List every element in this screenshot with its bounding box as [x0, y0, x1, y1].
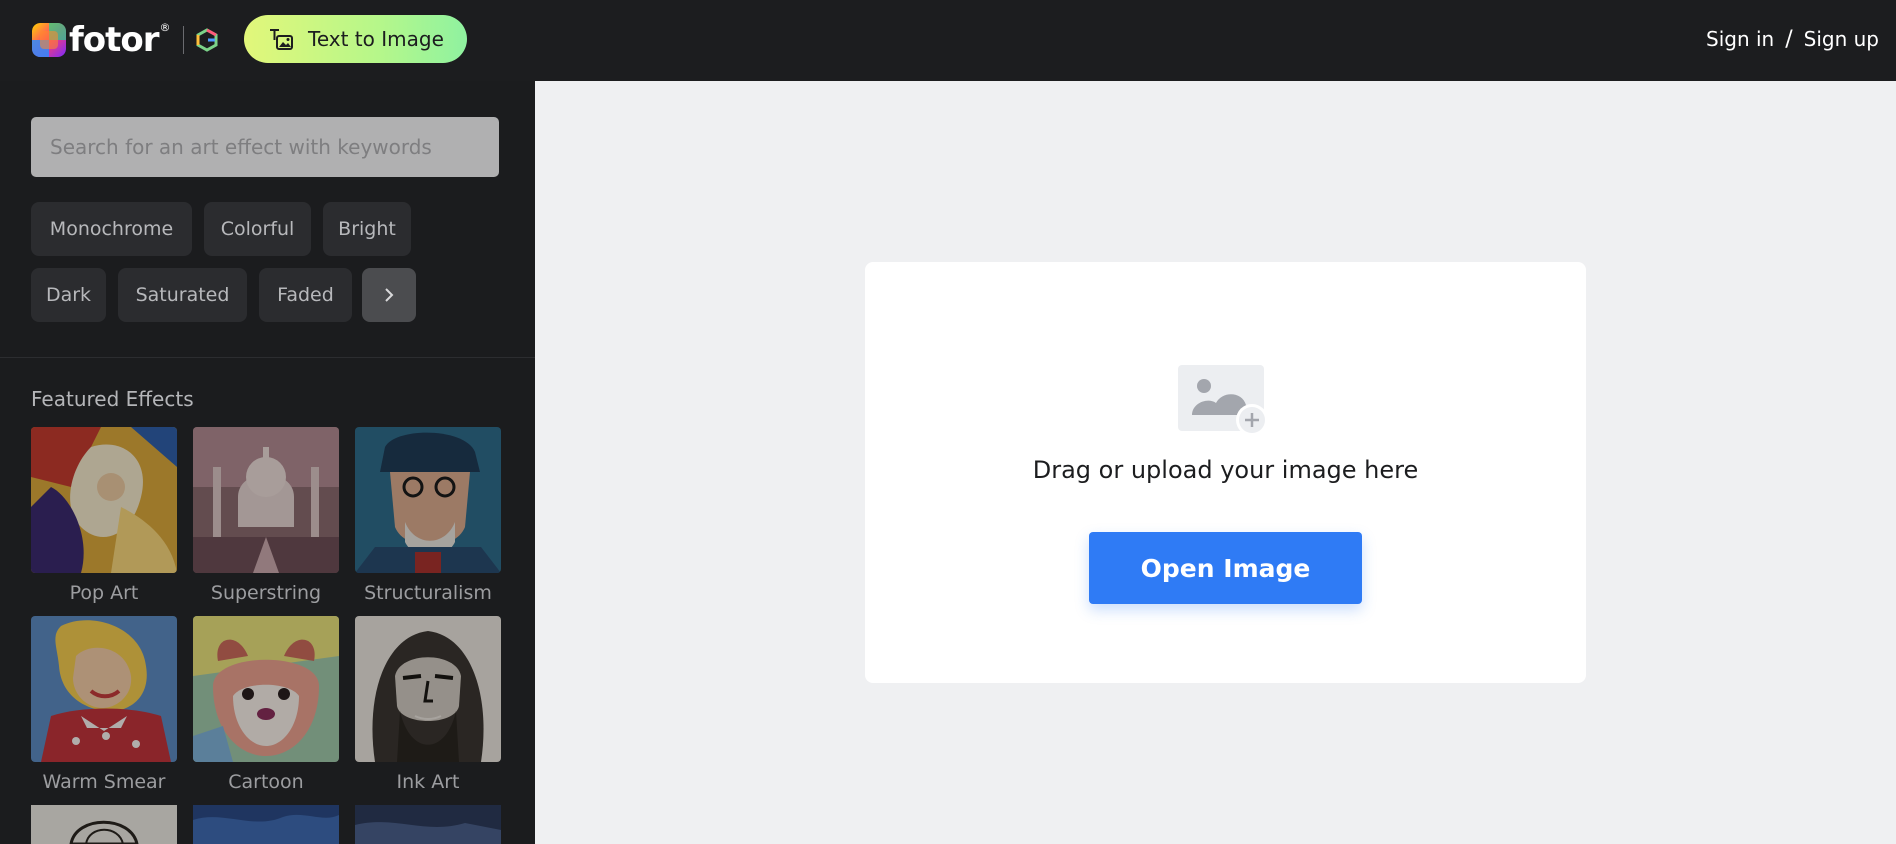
sign-in-link[interactable]: Sign in	[1706, 27, 1774, 51]
cartoon-thumbnail	[193, 616, 339, 762]
registered-mark: ®	[159, 20, 171, 34]
effect-search-box[interactable]	[31, 117, 499, 177]
sign-up-link[interactable]: Sign up	[1804, 27, 1879, 51]
g-logo-icon	[196, 28, 218, 52]
effect-card-warm-smear[interactable]: Warm Smear	[31, 616, 177, 793]
effect-name: Superstring	[210, 582, 322, 604]
image-add-icon	[1178, 365, 1268, 436]
upload-card[interactable]: Drag or upload your image here Open Imag…	[865, 262, 1586, 683]
fotor-logo[interactable]: fotor ®	[32, 21, 219, 59]
effect-card-pop-art[interactable]: Pop Art	[31, 427, 177, 604]
filter-chip-colorful[interactable]: Colorful	[204, 202, 311, 256]
auth-links: Sign in / Sign up	[1706, 25, 1879, 53]
filter-chip-bright[interactable]: Bright	[323, 202, 411, 256]
effect-name: Cartoon	[228, 771, 304, 793]
effect-card-cartoon[interactable]: Cartoon	[193, 616, 339, 793]
open-image-button[interactable]: Open Image	[1089, 532, 1362, 604]
fotor-logo-mark-icon	[32, 23, 66, 57]
pop-art-thumbnail	[31, 427, 177, 573]
effect-name: Pop Art	[69, 582, 139, 604]
auth-separator: /	[1785, 26, 1793, 52]
text-to-image-label: Text to Image	[308, 27, 444, 51]
effect-thumbnail-partial[interactable]	[193, 805, 339, 844]
logo-divider	[182, 26, 184, 54]
effect-thumbnail-partial[interactable]	[355, 805, 501, 844]
filter-chip-faded[interactable]: Faded	[259, 268, 352, 322]
effect-thumbnail-partial[interactable]	[31, 805, 177, 844]
effect-name: Structuralism	[364, 582, 492, 604]
filters-more-button[interactable]	[362, 268, 416, 322]
filter-chip-saturated[interactable]: Saturated	[118, 268, 247, 322]
superstring-thumbnail	[193, 427, 339, 573]
top-header: fotor ® Text to Image Sign in / Sign up	[0, 0, 1896, 81]
text-to-image-button[interactable]: Text to Image	[244, 15, 467, 63]
filter-chip-dark[interactable]: Dark	[31, 268, 106, 322]
upload-instruction: Drag or upload your image here	[1032, 456, 1419, 484]
sidebar-divider	[0, 357, 535, 358]
chevron-right-icon	[385, 288, 394, 302]
effect-card-superstring[interactable]: Superstring	[193, 427, 339, 604]
ink-art-thumbnail	[355, 616, 501, 762]
logo-wordmark: fotor	[69, 20, 160, 60]
filter-chip-monochrome[interactable]: Monochrome	[31, 202, 192, 256]
effect-search-input[interactable]	[31, 117, 499, 177]
structuralism-thumbnail	[355, 427, 501, 573]
text-image-icon	[270, 29, 293, 50]
effect-card-structuralism[interactable]: Structuralism	[355, 427, 501, 604]
warm-smear-thumbnail	[31, 616, 177, 762]
effect-name: Ink Art	[396, 771, 460, 793]
effects-sidebar: Monochrome Colorful Bright Dark Saturate…	[0, 81, 535, 844]
featured-effects-title: Featured Effects	[31, 387, 194, 411]
effect-card-ink-art[interactable]: Ink Art	[355, 616, 501, 793]
effect-name: Warm Smear	[42, 771, 166, 793]
